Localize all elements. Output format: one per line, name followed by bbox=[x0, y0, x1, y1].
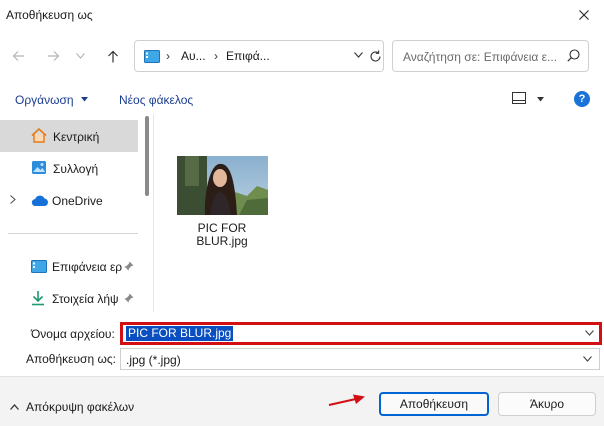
window-title: Αποθήκευση ως bbox=[6, 8, 93, 22]
arrow-left-icon bbox=[12, 51, 24, 61]
command-bar: Οργάνωση Νέος φάκελος ? bbox=[0, 86, 604, 114]
desktop-icon bbox=[31, 260, 47, 273]
organize-button[interactable]: Οργάνωση bbox=[15, 93, 74, 107]
close-icon bbox=[579, 10, 589, 20]
title-bar: Αποθήκευση ως bbox=[0, 0, 604, 30]
file-view: PIC FOR BLUR.jpg bbox=[156, 114, 604, 312]
sidebar-item-label: Κεντρική bbox=[53, 130, 100, 144]
pin-icon bbox=[124, 293, 134, 303]
save-as-type-value: .jpg (*.jpg) bbox=[126, 353, 181, 367]
gallery-icon bbox=[32, 161, 46, 174]
sidebar-item-downloads[interactable]: Στοιχεία λήψ bbox=[0, 282, 138, 314]
sidebar-item-label: Συλλογή bbox=[53, 162, 99, 176]
home-icon bbox=[31, 128, 47, 143]
arrow-up-icon bbox=[108, 50, 118, 62]
breadcrumb-separator: › bbox=[214, 49, 218, 63]
chevron-down-icon[interactable] bbox=[354, 52, 363, 58]
caret-down-icon[interactable] bbox=[537, 97, 544, 102]
filename-label: Όνομα αρχείου: bbox=[31, 327, 115, 341]
file-item[interactable]: PIC FOR BLUR.jpg bbox=[176, 156, 268, 260]
save-as-type-label: Αποθήκευση ως: bbox=[26, 352, 116, 366]
sidebar-item-home[interactable]: Κεντρική bbox=[0, 120, 138, 152]
forward-button[interactable] bbox=[41, 44, 65, 68]
refresh-icon[interactable] bbox=[369, 50, 382, 63]
chevron-down-icon bbox=[583, 356, 592, 362]
sidebar-item-gallery[interactable]: Συλλογή bbox=[0, 152, 138, 184]
sidebar-item-desktop[interactable]: Επιφάνεια ερ bbox=[0, 250, 138, 282]
arrow-right-icon bbox=[47, 51, 59, 61]
sidebar-scrollbar[interactable] bbox=[145, 116, 149, 196]
caret-down-icon bbox=[81, 97, 88, 102]
search-box[interactable]: Αναζήτηση σε: Επιφάνεια ε... bbox=[392, 40, 589, 72]
chevron-right-icon[interactable] bbox=[10, 195, 16, 204]
address-bar[interactable]: › Αυ... › Επιφά... bbox=[134, 40, 384, 72]
sidebar-item-label: Στοιχεία λήψ bbox=[52, 292, 119, 306]
breadcrumb-user[interactable]: Αυ... bbox=[181, 49, 206, 63]
save-as-type-select[interactable]: .jpg (*.jpg) bbox=[120, 348, 600, 370]
sidebar-item-label: Επιφάνεια ερ bbox=[52, 260, 123, 274]
downloads-icon bbox=[32, 291, 44, 306]
file-name: PIC FOR BLUR.jpg bbox=[196, 221, 248, 248]
pane-divider bbox=[153, 114, 154, 312]
sidebar-item-onedrive[interactable]: OneDrive bbox=[0, 184, 138, 216]
breadcrumb-separator: › bbox=[166, 49, 170, 63]
search-input[interactable]: Αναζήτηση σε: Επιφάνεια ε... bbox=[403, 50, 557, 64]
breadcrumb-desktop[interactable]: Επιφά... bbox=[226, 49, 270, 63]
image-thumbnail bbox=[177, 156, 268, 215]
desktop-folder-icon bbox=[144, 50, 160, 63]
chevron-down-icon bbox=[75, 53, 85, 59]
view-icon[interactable] bbox=[512, 92, 526, 104]
help-button[interactable]: ? bbox=[574, 91, 590, 107]
cancel-button[interactable]: Άκυρο bbox=[498, 392, 596, 416]
filename-input[interactable]: PIC FOR BLUR.jpg bbox=[126, 326, 234, 341]
close-button[interactable] bbox=[564, 0, 604, 30]
save-button[interactable]: Αποθήκευση bbox=[379, 392, 489, 416]
annotation-arrow-icon bbox=[328, 394, 365, 406]
dialog-footer: Απόκρυψη φακέλων Αποθήκευση Άκυρο bbox=[0, 376, 604, 426]
recent-locations-button[interactable] bbox=[71, 44, 89, 68]
hide-folders-label: Απόκρυψη φακέλων bbox=[26, 400, 135, 414]
hide-folders-button[interactable]: Απόκρυψη φακέλων bbox=[10, 400, 134, 414]
filename-field[interactable]: PIC FOR BLUR.jpg bbox=[120, 322, 602, 345]
save-form: Όνομα αρχείου: PIC FOR BLUR.jpg Αποθήκευ… bbox=[0, 314, 604, 376]
up-button[interactable] bbox=[101, 44, 125, 68]
chevron-up-icon bbox=[10, 404, 19, 410]
search-icon bbox=[567, 49, 580, 62]
back-button[interactable] bbox=[6, 44, 30, 68]
pin-icon bbox=[124, 261, 134, 271]
sidebar-item-label: OneDrive bbox=[52, 194, 103, 208]
sidebar-divider bbox=[8, 233, 138, 234]
navigation-pane: Κεντρική Συλλογή OneDrive Επιφάνεια ερ Σ… bbox=[0, 114, 154, 314]
new-folder-button[interactable]: Νέος φάκελος bbox=[119, 93, 193, 107]
onedrive-cloud-icon bbox=[31, 195, 48, 207]
chevron-down-icon[interactable] bbox=[585, 330, 594, 336]
